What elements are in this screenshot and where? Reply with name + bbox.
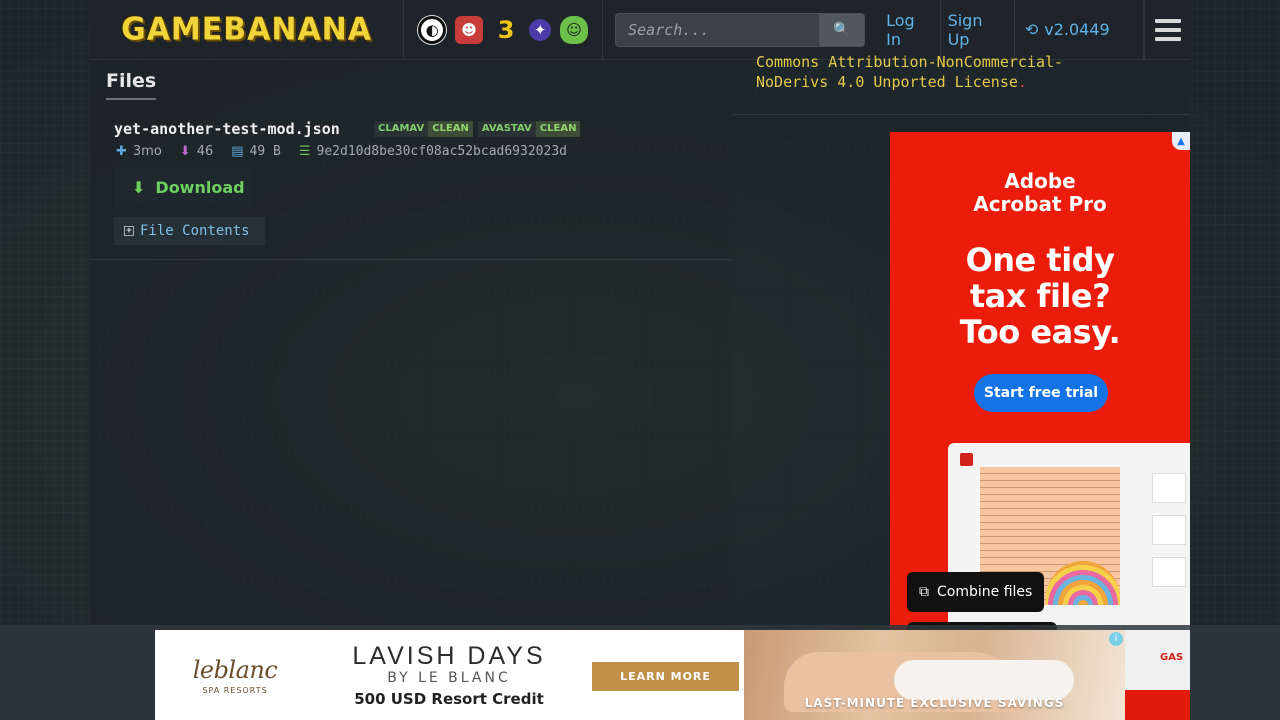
fnf-icon[interactable]: ☻ — [455, 15, 484, 44]
file-contents-label: File Contents — [140, 223, 250, 239]
sonic3-air-icon[interactable]: 3 — [492, 16, 520, 44]
ad-brand-line: Acrobat Pro — [973, 192, 1107, 216]
ad-headline: One tidy tax file? Too easy. — [890, 242, 1190, 350]
leblanc-copy: LAVISH DAYS BY LE BLANC 500 USD Resort C… — [315, 630, 583, 720]
version-link[interactable]: ⟲ v2.0449 — [1015, 0, 1145, 60]
filesize-icon: ▤ — [231, 144, 244, 159]
scanner-engine: AVASTAV — [477, 121, 536, 137]
refresh-icon: ⟲ — [1024, 20, 1039, 39]
divider — [90, 259, 732, 260]
ad-info-icon[interactable]: i — [1109, 632, 1123, 646]
search-icon: 🔍 — [833, 21, 851, 38]
ad-choices-icon[interactable]: ▲ — [1172, 132, 1190, 150]
search-bar: 🔍 — [615, 12, 866, 47]
leblanc-title: LAVISH DAYS — [352, 642, 546, 670]
clamav-badge: CLAMAV CLEAN — [374, 121, 473, 137]
download-count: 46 — [196, 144, 214, 159]
main-column — [90, 0, 732, 720]
page-thumbnail — [1152, 557, 1186, 587]
ad-headline-line: tax file? — [969, 277, 1111, 315]
leblanc-logo: leblanc SPA RESORTS — [155, 630, 315, 720]
learn-more-button[interactable]: LEARN MORE — [592, 662, 739, 691]
expand-icon: + — [124, 226, 134, 236]
spa-towel — [894, 660, 1074, 700]
scanner-result: CLEAN — [535, 121, 581, 137]
scan-badges: CLAMAV CLEAN AVASTAV CLEAN — [374, 121, 581, 137]
ad-edge-text: GAS — [1160, 652, 1184, 663]
ad-brand: Adobe Acrobat Pro — [890, 170, 1190, 216]
plus-icon: ✚ — [116, 144, 127, 159]
gamebanana-logo[interactable]: GAMEBANANA — [90, 0, 405, 60]
ad-brand-line: Adobe — [1004, 169, 1076, 193]
download-count-icon: ⬇ — [179, 144, 191, 159]
file-contents-toggle[interactable]: + File Contents — [114, 217, 265, 245]
scanner-result: CLEAN — [428, 121, 473, 137]
smash-bros-icon[interactable]: ◐ — [418, 15, 447, 44]
divider — [732, 114, 1190, 115]
leblanc-logo-text: leblanc — [192, 655, 278, 684]
leblanc-subtitle: BY LE BLANC — [387, 670, 511, 686]
license-line-1: Commons Attribution-NonCommercial- — [756, 53, 1064, 71]
combine-label: Combine files — [937, 584, 1033, 600]
file-name: yet-another-test-mod.json — [114, 120, 340, 138]
ad-edge-block — [1125, 690, 1190, 720]
leblanc-tagline: LAST-MINUTE EXCLUSIVE SAVINGS — [804, 696, 1065, 710]
leblanc-offer: 500 USD Resort Credit — [354, 690, 544, 708]
combine-icon: ⧉ — [919, 584, 929, 600]
ad-headline-line: One tidy — [965, 241, 1115, 279]
version-label: v2.0449 — [1044, 20, 1110, 39]
site-header: GAMEBANANA ◐ ☻ 3 ✦ ☺ 🔍 Log In Sign Up ⟲ … — [90, 0, 1190, 60]
search-button[interactable]: 🔍 — [820, 12, 866, 47]
game4-icon[interactable]: ✦ — [529, 18, 552, 41]
page-thumbnail — [1152, 473, 1186, 503]
file-md5: 9e2d10d8be30cf08ac52bcad6932023d — [316, 144, 567, 159]
file-size: 49 B — [249, 144, 281, 159]
download-arrow-icon: ⬇ — [132, 177, 146, 197]
logo-text: GAMEBANANA — [121, 11, 373, 48]
baldi-icon[interactable]: ☺ — [560, 15, 589, 44]
hamburger-icon — [1154, 18, 1181, 23]
signup-link[interactable]: Sign Up — [941, 0, 1015, 60]
license-line-2: NoDerivs 4.0 Unported License — [756, 73, 1018, 91]
files-heading: Files — [106, 70, 157, 100]
avastav-badge: AVASTAV CLEAN — [477, 121, 581, 137]
download-label: Download — [155, 177, 245, 197]
leblanc-ad[interactable]: leblanc SPA RESORTS LAVISH DAYS BY LE BL… — [155, 630, 1125, 720]
license-text: Commons Attribution-NonCommercial- NoDer… — [756, 52, 1176, 92]
game-shortcuts: ◐ ☻ 3 ✦ ☺ — [404, 0, 604, 60]
leblanc-logo-sub: SPA RESORTS — [202, 685, 268, 695]
download-button[interactable]: ⬇ Download — [114, 168, 252, 206]
ad-edge: GAS — [1125, 630, 1190, 720]
ad-headline-line: Too easy. — [959, 313, 1121, 351]
file-meta: ✚ 3mo ⬇ 46 ▤ 49 B ☰ 9e2d10d8be30cf08ac52… — [116, 144, 567, 159]
file-age: 3mo — [132, 144, 162, 159]
menu-button[interactable] — [1144, 0, 1190, 60]
combine-files-chip: ⧉ Combine files — [907, 572, 1044, 612]
search-input[interactable] — [615, 12, 821, 47]
page-thumbnail — [1152, 515, 1186, 545]
start-trial-button[interactable]: Start free trial — [974, 374, 1108, 412]
login-link[interactable]: Log In — [879, 0, 941, 60]
license-period: . — [1017, 73, 1027, 91]
scanner-engine: CLAMAV — [374, 121, 429, 137]
spa-photo: LAST-MINUTE EXCLUSIVE SAVINGS i — [744, 630, 1125, 720]
checksum-icon: ☰ — [298, 144, 311, 159]
pdf-icon — [960, 453, 973, 466]
